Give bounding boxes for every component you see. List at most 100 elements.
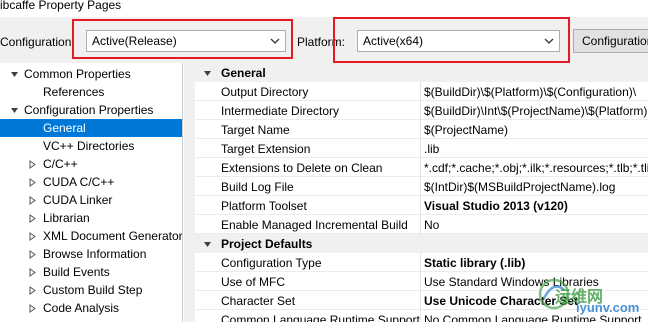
property-name: Character Set xyxy=(221,294,296,308)
tree-item-cpp[interactable]: C/C++ xyxy=(0,155,182,173)
tree-item-cuda-linker[interactable]: CUDA Linker xyxy=(0,191,182,209)
configuration-value: Active(Release) xyxy=(92,34,177,48)
splitter[interactable] xyxy=(184,63,195,322)
column-divider xyxy=(420,158,421,177)
window-title: ibcaffe Property Pages xyxy=(0,0,122,12)
tree-item-label: XML Document Generator xyxy=(43,229,183,243)
property-row[interactable]: Configuration Type Static library (.lib) xyxy=(195,253,648,272)
property-name: Extensions to Delete on Clean xyxy=(221,161,383,175)
property-value[interactable]: $(IntDir)$(MSBuildProjectName).log xyxy=(424,180,615,194)
configuration-manager-label: Configuration Manager... xyxy=(582,34,648,48)
property-row[interactable]: Target Extension .lib xyxy=(195,139,648,158)
property-name: Enable Managed Incremental Build xyxy=(221,218,408,232)
column-divider xyxy=(420,253,421,272)
configuration-toolbar: Configuration: Active(Release) Platform:… xyxy=(0,17,648,63)
property-value[interactable]: No xyxy=(424,218,439,232)
triangle-right-icon[interactable] xyxy=(28,160,37,169)
configuration-manager-button[interactable]: Configuration Manager... xyxy=(573,29,648,53)
triangle-right-icon[interactable] xyxy=(28,304,37,313)
platform-value: Active(x64) xyxy=(363,34,424,48)
property-name: Intermediate Directory xyxy=(221,104,340,118)
configuration-label: Configuration: xyxy=(0,35,75,49)
tree-item-label: C/C++ xyxy=(43,157,78,171)
column-divider xyxy=(420,139,421,158)
triangle-right-icon[interactable] xyxy=(28,214,37,223)
property-name: Common Language Runtime Support xyxy=(221,313,420,322)
column-divider xyxy=(420,177,421,196)
property-value[interactable]: $(ProjectName) xyxy=(424,123,508,137)
tree-item-label: CUDA Linker xyxy=(43,193,113,207)
category-project-defaults[interactable]: Project Defaults xyxy=(195,234,648,253)
tree-item-vc-directories[interactable]: VC++ Directories xyxy=(0,137,182,155)
property-value[interactable]: Visual Studio 2013 (v120) xyxy=(424,199,568,213)
column-divider xyxy=(420,291,421,310)
tree-item-label: VC++ Directories xyxy=(43,139,135,153)
triangle-right-icon[interactable] xyxy=(28,268,37,277)
column-divider xyxy=(420,272,421,291)
tree-item-code-analysis[interactable]: Code Analysis xyxy=(0,299,182,317)
tree-item-label: Code Analysis xyxy=(43,301,120,315)
tree-item-references[interactable]: References xyxy=(0,83,182,101)
collapse-icon[interactable] xyxy=(203,69,212,78)
tree-item-librarian[interactable]: Librarian xyxy=(0,209,182,227)
property-name: Target Extension xyxy=(221,142,311,156)
triangle-right-icon[interactable] xyxy=(28,286,37,295)
property-value[interactable]: *.cdf;*.cache;*.obj;*.ilk;*.resources;*.… xyxy=(424,161,648,175)
property-row[interactable]: Platform Toolset Visual Studio 2013 (v12… xyxy=(195,196,648,215)
tree-item-label: References xyxy=(43,85,105,99)
tree-item-custom-build-step[interactable]: Custom Build Step xyxy=(0,281,182,299)
tree-item-common-properties[interactable]: Common Properties xyxy=(0,65,182,83)
triangle-down-icon[interactable] xyxy=(10,106,19,115)
column-divider xyxy=(420,82,421,101)
property-name: Configuration Type xyxy=(221,256,322,270)
tree-item-browse-information[interactable]: Browse Information xyxy=(0,245,182,263)
tree-item-label: Browse Information xyxy=(43,247,147,261)
configuration-dropdown[interactable]: Active(Release) xyxy=(86,30,286,52)
property-value[interactable]: $(BuildDir)\$(Platform)\$(Configuration)… xyxy=(424,85,636,99)
tree-item-label: Common Properties xyxy=(24,67,131,81)
property-row[interactable]: Build Log File $(IntDir)$(MSBuildProject… xyxy=(195,177,648,196)
tree-item-label: Build Events xyxy=(43,265,110,279)
tree-item-configuration-properties[interactable]: Configuration Properties xyxy=(0,101,182,119)
property-row[interactable]: Intermediate Directory $(BuildDir)\Int\$… xyxy=(195,101,648,120)
property-row[interactable]: Enable Managed Incremental Build No xyxy=(195,215,648,234)
column-divider xyxy=(420,196,421,215)
tree-item-label: Configuration Properties xyxy=(24,103,154,117)
category-title: Project Defaults xyxy=(221,237,313,251)
category-title: General xyxy=(221,66,266,80)
property-name: Output Directory xyxy=(221,85,309,99)
tree-item-xml-document-generator[interactable]: XML Document Generator xyxy=(0,227,183,245)
triangle-right-icon[interactable] xyxy=(28,196,37,205)
platform-dropdown[interactable]: Active(x64) xyxy=(357,30,560,52)
triangle-down-icon[interactable] xyxy=(10,70,19,79)
property-value[interactable]: $(BuildDir)\Int\$(ProjectName)\$(Platfor… xyxy=(424,104,647,118)
tree-item-label: CUDA C/C++ xyxy=(43,175,115,189)
property-name: Target Name xyxy=(221,123,290,137)
property-value[interactable]: .lib xyxy=(424,142,439,156)
triangle-right-icon[interactable] xyxy=(28,250,37,259)
tree-item-general[interactable]: General xyxy=(0,119,182,137)
property-name: Use of MFC xyxy=(221,275,286,289)
triangle-right-icon[interactable] xyxy=(28,232,37,241)
column-divider xyxy=(420,215,421,234)
tree-item-label: Librarian xyxy=(43,211,90,225)
property-row[interactable]: Extensions to Delete on Clean *.cdf;*.ca… xyxy=(195,158,648,177)
column-divider xyxy=(420,101,421,120)
watermark-url: iyunv.com xyxy=(576,300,640,315)
column-divider xyxy=(420,310,421,322)
tree-item-build-events[interactable]: Build Events xyxy=(0,263,182,281)
property-value[interactable]: Static library (.lib) xyxy=(424,256,525,270)
tree-item-cuda-cpp[interactable]: CUDA C/C++ xyxy=(0,173,182,191)
chevron-down-icon xyxy=(270,38,280,44)
category-general[interactable]: General xyxy=(195,63,648,82)
property-name: Build Log File xyxy=(221,180,294,194)
title-bar: ibcaffe Property Pages xyxy=(0,0,648,17)
property-row[interactable]: Output Directory $(BuildDir)\$(Platform)… xyxy=(195,82,648,101)
property-tree: Common Properties References Configurati… xyxy=(0,63,183,322)
triangle-right-icon[interactable] xyxy=(28,178,37,187)
collapse-icon[interactable] xyxy=(203,240,212,249)
property-name: Platform Toolset xyxy=(221,199,307,213)
property-row[interactable]: Target Name $(ProjectName) xyxy=(195,120,648,139)
column-divider xyxy=(420,120,421,139)
tree-item-label: Custom Build Step xyxy=(43,283,143,297)
